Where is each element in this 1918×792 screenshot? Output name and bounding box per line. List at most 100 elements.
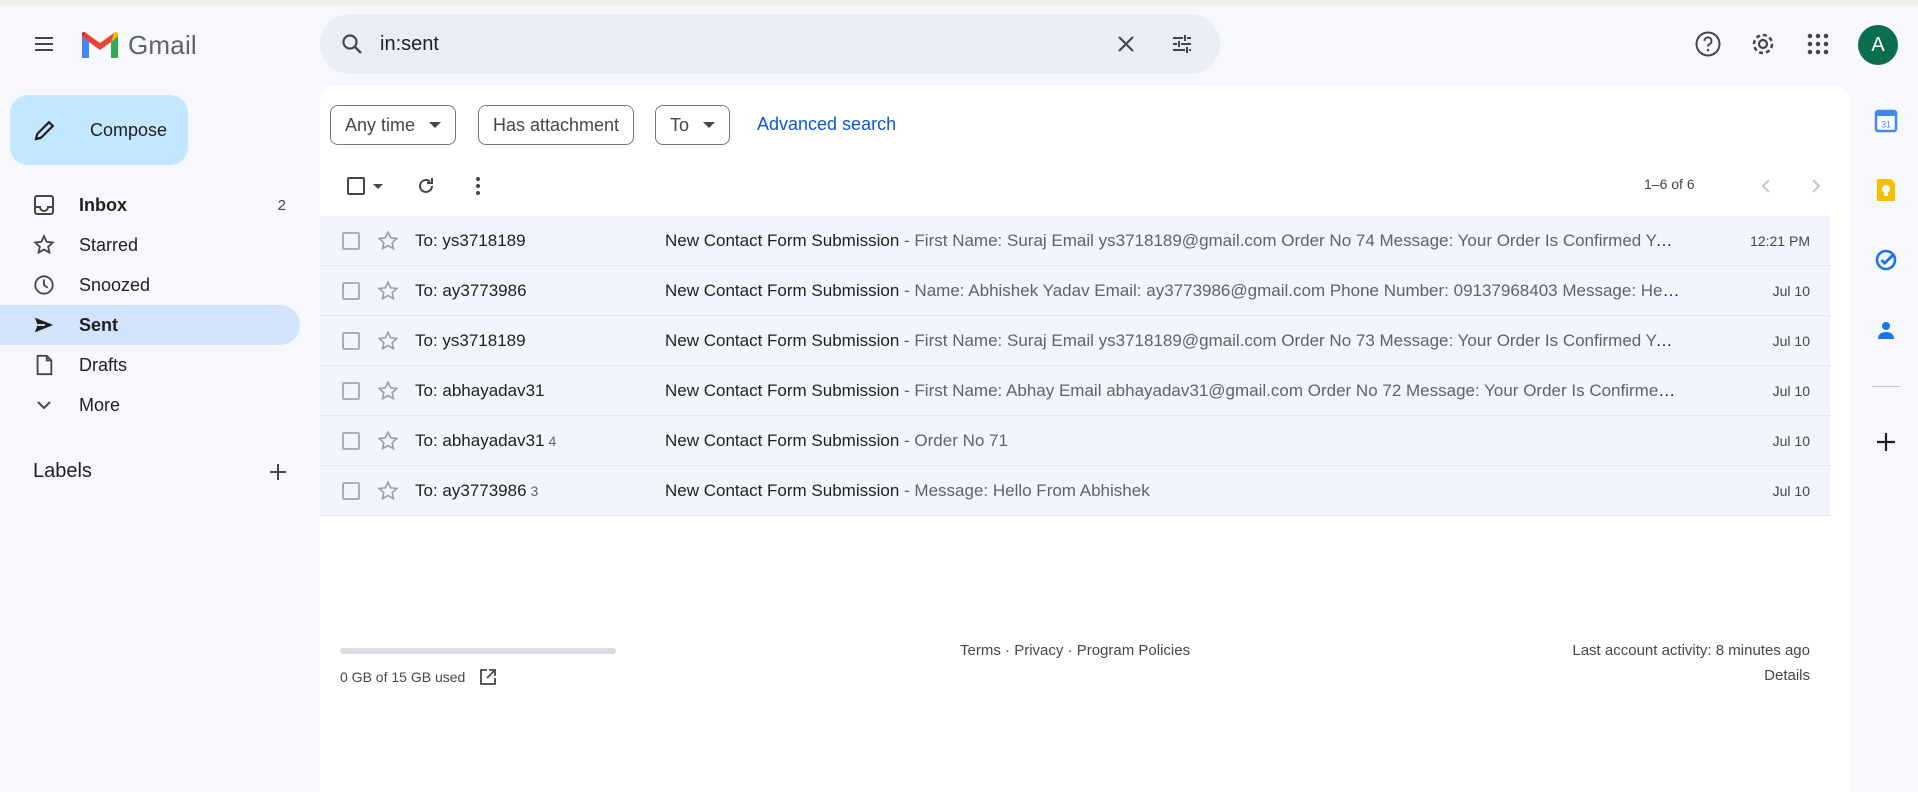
storage-text: 0 GB of 15 GB used [340,669,466,685]
manage-storage-link[interactable] [479,668,497,686]
top-strip [0,0,1918,5]
email-row[interactable]: To: ys3718189 New Contact Form Submissio… [320,316,1830,366]
gmail-m-icon [82,32,118,58]
search-bar[interactable] [320,14,1220,74]
subject-snippet: New Contact Form Submission - Order No 7… [665,430,1008,450]
select-all-dropdown[interactable] [340,166,390,206]
has-attachment-filter[interactable]: Has attachment [478,105,635,145]
account-avatar[interactable]: A [1858,25,1898,65]
row-checkbox[interactable] [342,281,360,300]
compose-button[interactable]: Compose [10,95,188,165]
privacy-link[interactable]: Privacy [1014,642,1063,659]
chevron-down-icon [32,393,56,417]
calendar-icon: 31 [1874,109,1898,133]
subject-snippet: New Contact Form Submission - First Name… [665,230,1680,250]
main-menu-button[interactable] [24,24,64,64]
star-icon[interactable] [377,230,399,252]
last-activity-text: Last account activity: 8 minutes ago [1572,642,1810,659]
get-addons-button[interactable] [1870,426,1902,458]
email-date: Jul 10 [1772,382,1810,399]
any-time-filter[interactable]: Any time [330,105,457,145]
sidebar-item-label: More [79,394,121,415]
support-button[interactable] [1688,24,1728,64]
open-in-new-icon [480,669,497,685]
search-input[interactable] [380,32,1100,56]
row-checkbox[interactable] [342,431,360,450]
dropdown-caret-icon [703,122,716,128]
search-button[interactable] [324,16,380,72]
chevron-right-icon [1812,179,1821,193]
refresh-button[interactable] [406,166,446,206]
calendar-app-button[interactable]: 31 [1870,105,1902,137]
email-row[interactable]: To: ys3718189 New Contact Form Submissio… [320,216,1830,266]
chevron-left-icon [1761,179,1770,193]
keep-app-button[interactable] [1870,174,1902,206]
keep-icon [1877,179,1895,201]
pagination-text: 1–6 of 6 [1644,176,1695,192]
star-icon [32,233,56,257]
email-date: Jul 10 [1772,482,1810,499]
footer-links: Terms · Privacy · Program Policies [960,642,1190,659]
sidebar-item-label: Inbox [79,194,127,215]
sidebar-item-snoozed[interactable]: Snoozed [0,265,300,305]
email-row[interactable]: To: abhayadav31 4 New Contact Form Submis… [320,416,1830,466]
sidebar-item-drafts[interactable]: Drafts [0,345,300,385]
compose-label: Compose [90,119,168,140]
terms-link[interactable]: Terms [960,642,1001,659]
clear-search-button[interactable] [1104,22,1148,66]
apps-grid-icon [1807,33,1829,55]
google-apps-button[interactable] [1798,24,1838,64]
star-icon[interactable] [377,430,399,452]
email-row[interactable]: To: abhayadav31 New Contact Form Submiss… [320,366,1830,416]
separator: · [1067,642,1077,659]
plus-icon [1877,433,1895,451]
unread-count: 2 [277,196,286,214]
more-actions-button[interactable] [458,166,498,206]
inbox-icon [32,193,56,217]
sidebar-item-starred[interactable]: Starred [0,225,300,265]
recipient: To: abhayadav31 [415,380,545,400]
row-checkbox[interactable] [342,231,360,250]
account-activity: Last account activity: 8 minutes ago Det… [1572,642,1810,684]
older-button[interactable] [1796,166,1836,206]
subject-snippet: New Contact Form Submission - First Name… [665,330,1680,350]
filter-label: Any time [345,114,416,135]
labels-heading: Labels [33,460,92,482]
storage-usage: 0 GB of 15 GB used [340,668,497,686]
email-date: Jul 10 [1772,282,1810,299]
details-link[interactable]: Details [1572,667,1810,684]
row-checkbox[interactable] [342,331,360,350]
row-checkbox[interactable] [342,381,360,400]
tasks-icon [1875,249,1897,271]
star-icon[interactable] [377,280,399,302]
sidebar-item-label: Starred [79,234,139,255]
program-policies-link[interactable]: Program Policies [1077,642,1190,659]
plus-icon [270,464,286,480]
row-checkbox[interactable] [342,481,360,500]
sidebar-item-label: Drafts [79,354,128,375]
app-name: Gmail [128,29,197,60]
search-options-button[interactable] [1160,22,1204,66]
search-icon [342,34,362,54]
star-icon[interactable] [377,330,399,352]
recipient: To: ys3718189 [415,330,526,350]
newer-button[interactable] [1746,166,1786,206]
recipient: To: ay3773986 3 [415,480,539,500]
advanced-search-link[interactable]: Advanced search [757,114,896,135]
clock-icon [32,273,56,297]
gmail-logo[interactable]: Gmail [80,26,197,64]
tasks-app-button[interactable] [1870,244,1902,276]
settings-button[interactable] [1743,24,1783,64]
contacts-app-button[interactable] [1870,314,1902,346]
sidebar-item-more[interactable]: More [0,385,300,425]
create-label-button[interactable] [262,456,294,488]
star-icon[interactable] [377,480,399,502]
email-row[interactable]: To: ay3773986 New Contact Form Submissio… [320,266,1830,316]
sidebar-item-inbox[interactable]: Inbox 2 [0,185,300,225]
email-date: Jul 10 [1772,332,1810,349]
sidebar-item-sent[interactable]: Sent [0,305,300,345]
email-row[interactable]: To: ay3773986 3 New Contact Form Submissi… [320,466,1830,516]
to-filter[interactable]: To [655,105,731,145]
star-icon[interactable] [377,380,399,402]
sidebar-item-label: Snoozed [79,274,151,295]
